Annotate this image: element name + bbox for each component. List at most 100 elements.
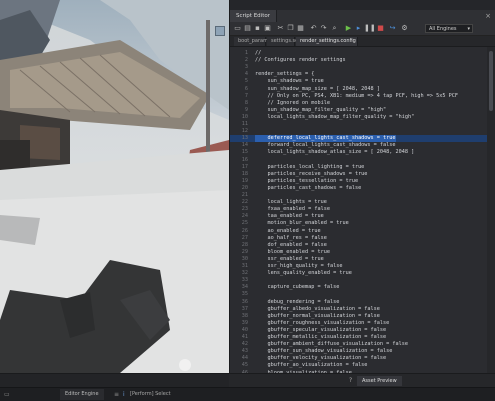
code-line[interactable]: 33 <box>230 277 488 284</box>
code-text: particles_receive_shadows = true <box>255 170 368 177</box>
line-number: 26 <box>241 227 248 234</box>
editor-bottom-bar: ? Asset Preview <box>229 373 495 388</box>
step-over-icon[interactable]: ↪ <box>388 24 397 33</box>
scene-viewport[interactable] <box>0 0 229 373</box>
editor-window-tab[interactable]: Script Editor <box>230 10 277 22</box>
code-line[interactable]: 6 sun_shadow_map_size = [ 2048, 2048 ] <box>230 86 488 93</box>
tab-asset-preview[interactable]: Asset Preview <box>357 376 402 386</box>
code-line[interactable]: 26 ao_enabled = true <box>230 228 488 235</box>
close-icon[interactable]: × <box>485 11 491 21</box>
viewport-maximize-icon[interactable] <box>215 26 225 36</box>
new-file-icon[interactable]: ▭ <box>233 24 242 33</box>
code-line[interactable]: 30 ssr_enabled = true <box>230 256 488 263</box>
code-line[interactable]: 38 gbuffer_normal_visualization = false <box>230 313 488 320</box>
code-line[interactable]: 27 ao_half_res = false <box>230 235 488 242</box>
code-line[interactable]: 44 gbuffer_velocity_visualization = fals… <box>230 355 488 362</box>
code-line[interactable]: 11 <box>230 121 488 128</box>
code-line[interactable]: 2 // Configures render settings <box>230 57 488 64</box>
code-text: particles_tessellation = true <box>255 177 359 184</box>
step-icon[interactable]: ▸ <box>354 24 363 33</box>
open-file-icon[interactable]: ▤ <box>243 24 252 33</box>
cut-icon[interactable]: ✂ <box>276 24 285 33</box>
code-line[interactable]: 20 particles_cast_shadows = false <box>230 185 488 192</box>
line-number: 43 <box>241 348 248 355</box>
code-line[interactable]: 32 lens_quality_enabled = true <box>230 270 488 277</box>
code-line[interactable]: 36 debug_rendering = false <box>230 299 488 306</box>
code-line[interactable]: 19 particles_tessellation = true <box>230 178 488 185</box>
save-all-icon[interactable]: ▣ <box>263 24 272 33</box>
copy-icon[interactable]: ❐ <box>286 24 295 33</box>
line-number: 29 <box>241 248 248 255</box>
paste-icon[interactable]: ▦ <box>296 24 305 33</box>
code-line[interactable]: 17 particles_local_lighting = true <box>230 164 488 171</box>
code-line[interactable]: 14 forward_local_lights_cast_shadows = f… <box>230 142 488 149</box>
code-line-selected[interactable]: 13 deferred_local_lights_cast_shadows = … <box>230 135 488 143</box>
tab-editor-engine[interactable]: Editor Engine <box>60 389 104 400</box>
code-line[interactable]: 9 sun_shadow_map_filter_quality = "high" <box>230 107 488 114</box>
code-line[interactable]: 4 render_settings = { <box>230 71 488 78</box>
code-line[interactable]: 35 <box>230 291 488 298</box>
redo-icon[interactable]: ↷ <box>319 24 328 33</box>
code-line[interactable]: 16 <box>230 157 488 164</box>
line-number: 37 <box>241 305 248 312</box>
code-text: bloom_enabled = true <box>255 248 330 255</box>
list-icon[interactable]: ≡ <box>114 390 119 399</box>
code-line[interactable]: 29 bloom_enabled = true <box>230 249 488 256</box>
code-text: // Configures render settings <box>255 57 346 64</box>
code-line[interactable]: 15 local_lights_shadow_atlas_size = [ 20… <box>230 149 488 156</box>
code-line[interactable]: 42 gbuffer_ambient_diffuse_visualization… <box>230 341 488 348</box>
scrollbar-thumb[interactable] <box>489 51 493 111</box>
code-line[interactable]: 28 dof_enabled = false <box>230 242 488 249</box>
code-line[interactable]: 22 local_lights = true <box>230 199 488 206</box>
code-line[interactable]: 40 gbuffer_specular_visualization = fals… <box>230 327 488 334</box>
line-number: 10 <box>241 113 248 120</box>
code-text: fxaa_enabled = false <box>255 206 330 213</box>
line-number: 31 <box>241 263 248 269</box>
engine-select[interactable]: All Engines ▾ <box>425 24 473 33</box>
code-line[interactable]: 21 <box>230 192 488 199</box>
pause-icon[interactable]: ❚❚ <box>364 24 376 33</box>
help-icon[interactable]: ? <box>349 376 352 386</box>
status-message: [Perform] Select <box>130 391 171 397</box>
line-number: 22 <box>241 199 248 206</box>
settings-icon[interactable]: ⚙ <box>400 24 409 33</box>
code-line[interactable]: 25 motion_blur_enabled = true <box>230 220 488 227</box>
find-icon[interactable]: ⌕ <box>330 24 339 33</box>
code-line[interactable]: 34 capture_cubemap = false <box>230 284 488 291</box>
console-icon[interactable]: ▭ <box>4 390 10 399</box>
line-number: 32 <box>241 270 248 277</box>
save-icon[interactable]: ▪ <box>253 24 262 33</box>
code-line[interactable]: 43 gbuffer_sun_shadow_visualization = fa… <box>230 348 488 355</box>
code-line[interactable]: 31 ssr_high_quality = false <box>230 263 488 270</box>
code-line[interactable]: 45 gbuffer_ao_visualization = false <box>230 362 488 369</box>
code-line[interactable]: 8 // Ignored on mobile <box>230 100 488 107</box>
code-line[interactable]: 18 particles_receive_shadows = true <box>230 171 488 178</box>
code-line[interactable]: 5 sun_shadows = true <box>230 78 488 85</box>
code-editor[interactable]: 1 // 2 // Configures render settings 3 4 rende… <box>230 47 488 373</box>
code-scrollbar[interactable] <box>487 47 495 373</box>
code-line[interactable]: 39 gbuffer_roughness_visualization = fal… <box>230 320 488 327</box>
code-line[interactable]: 24 taa_enabled = true <box>230 213 488 220</box>
tab-boot-params[interactable]: boot_params <box>234 37 271 46</box>
code-text: ao_half_res = false <box>255 234 327 241</box>
run-icon[interactable]: ▶ <box>344 24 353 33</box>
code-line[interactable]: 12 <box>230 128 488 135</box>
undo-icon[interactable]: ↶ <box>309 24 318 33</box>
tab-render-settings[interactable]: render_settings.config <box>296 37 358 46</box>
code-line[interactable]: 10 local_lights_shadow_map_filter_qualit… <box>230 114 488 121</box>
code-text: ssr_high_quality = false <box>255 263 343 269</box>
code-line[interactable]: 7 // Only on PC, PS4, XB1: medium => 4 t… <box>230 93 488 100</box>
tab-settings[interactable]: settings.sc <box>267 37 298 46</box>
code-line[interactable]: 1 // <box>230 50 488 57</box>
code-text: gbuffer_ambient_diffuse_visualization = … <box>255 341 409 348</box>
code-text: capture_cubemap = false <box>255 284 340 291</box>
code-line[interactable]: 23 fxaa_enabled = false <box>230 206 488 213</box>
line-number: 13 <box>241 135 248 142</box>
stop-icon[interactable]: ■ <box>376 24 385 33</box>
code-line[interactable]: 37 gbuffer_albedo_visualization = false <box>230 306 488 313</box>
code-text: ao_enabled = true <box>255 227 321 234</box>
code-line[interactable]: 41 gbuffer_metallic_visualization = fals… <box>230 334 488 341</box>
code-text: gbuffer_sun_shadow_visualization = false <box>255 348 393 355</box>
code-line[interactable]: 3 <box>230 64 488 71</box>
line-number: 23 <box>241 206 248 213</box>
